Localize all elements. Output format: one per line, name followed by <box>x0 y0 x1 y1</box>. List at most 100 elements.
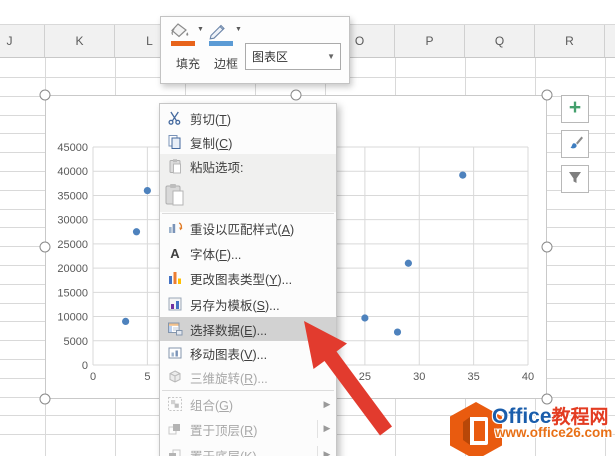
save-template-icon <box>160 296 190 312</box>
menu-item-font[interactable]: A 字体(F)... <box>160 241 336 265</box>
fill-button[interactable]: ▼ <box>169 22 207 50</box>
data-point[interactable] <box>393 328 402 336</box>
office26-watermark: Office教程网 www.office26.com <box>440 398 615 456</box>
axis-tick-label: 15000 <box>57 287 88 299</box>
combo-value: 图表区 <box>252 50 289 64</box>
menu-item-copy[interactable]: 复制(C) <box>160 130 336 154</box>
chart-styles-button[interactable] <box>561 130 589 158</box>
border-dropdown-caret[interactable]: ▼ <box>235 26 242 33</box>
chart-elements-button[interactable]: + <box>561 95 589 123</box>
send-back-icon <box>160 447 190 456</box>
selection-handle[interactable] <box>39 241 51 253</box>
excel-window: JKLMNOPQR 051015202530354005000100001500… <box>0 0 615 456</box>
column-header-K[interactable]: K <box>45 25 115 57</box>
move-chart-icon <box>160 345 190 361</box>
fill-dropdown-caret[interactable]: ▼ <box>197 26 204 33</box>
paste-large-icon <box>160 183 190 207</box>
chart-type-icon <box>160 270 190 286</box>
paste-icon <box>160 158 190 174</box>
axis-tick-label: 5 <box>144 371 150 383</box>
menu-item-change-chart-type[interactable]: 更改图表类型(Y)... <box>160 265 336 291</box>
chart-filters-button[interactable] <box>561 165 589 193</box>
menu-item-label: 选择数据(E)... <box>190 323 268 338</box>
axis-tick-label: 0 <box>90 371 96 383</box>
border-button[interactable]: ▼ <box>207 22 245 50</box>
menu-item-cut[interactable]: 剪切(T) <box>160 106 336 130</box>
axis-tick-label: 40 <box>522 371 534 383</box>
combo-caret-icon[interactable]: ▼ <box>327 52 335 61</box>
menu-item-label: 置于顶层(R) <box>190 423 258 438</box>
chart-element-combobox[interactable]: 图表区 ▼ <box>245 43 341 70</box>
menu-item-rotation-3d: 三维旋转(R)... <box>160 365 336 389</box>
selection-handle[interactable] <box>290 89 302 101</box>
axis-tick-label: 30 <box>413 371 425 383</box>
axis-tick-label: 5000 <box>64 336 88 348</box>
selection-handle[interactable] <box>39 393 51 405</box>
plus-icon: + <box>568 96 582 119</box>
menu-item-move-chart[interactable]: 移动图表(V)... <box>160 341 336 365</box>
fill-color-swatch <box>171 41 195 46</box>
selection-handle[interactable] <box>541 89 553 101</box>
column-header-P[interactable]: P <box>395 25 465 57</box>
cube-icon <box>160 369 190 385</box>
menu-item-paste-default[interactable] <box>160 178 336 212</box>
group-icon <box>160 396 190 412</box>
menu-item-paste-options[interactable]: 粘贴选项: <box>160 154 336 178</box>
axis-tick-label: 25000 <box>57 239 88 251</box>
submenu-arrow-icon: ▶ <box>317 445 336 456</box>
copy-icon <box>160 134 190 150</box>
menu-item-label: 重设以匹配样式(A) <box>190 222 295 237</box>
data-point[interactable] <box>361 314 369 322</box>
brush-icon <box>566 133 584 156</box>
submenu-arrow-icon: ▶ <box>317 419 336 439</box>
column-header-R[interactable]: R <box>535 25 605 57</box>
data-point[interactable] <box>459 171 467 179</box>
select-data-icon <box>160 321 190 337</box>
axis-tick-label: 30000 <box>57 215 88 227</box>
axis-tick-label: 20000 <box>57 263 88 275</box>
border-button-label: 边框 <box>213 57 238 71</box>
menu-item-label: 复制(C) <box>190 136 233 151</box>
axis-tick-label: 35 <box>468 371 480 383</box>
menu-item-label: 组合(G) <box>190 398 234 413</box>
watermark-url: www.office26.com <box>495 425 613 440</box>
funnel-icon <box>566 168 584 191</box>
fill-button-label: 填充 <box>175 57 200 71</box>
column-header-Q[interactable]: Q <box>465 25 535 57</box>
bring-front-icon <box>160 421 190 437</box>
font-icon: A <box>170 245 180 261</box>
data-point[interactable] <box>404 259 412 267</box>
menu-separator <box>162 390 334 391</box>
reset-style-icon <box>160 220 190 236</box>
menu-item-label: 更改图表类型(Y)... <box>190 272 293 287</box>
context-menu: 剪切(T) 复制(C) 粘贴选项: 重设以匹配样式(A) A 字体(F)... 更改图表类型… <box>159 103 337 456</box>
menu-item-label: 字体(F)... <box>190 247 242 262</box>
menu-item-reset-style[interactable]: 重设以匹配样式(A) <box>160 215 336 241</box>
menu-item-label: 三维旋转(R)... <box>190 371 268 386</box>
data-point[interactable] <box>122 317 130 325</box>
data-point[interactable] <box>132 228 141 236</box>
axis-tick-label: 35000 <box>57 190 88 202</box>
border-color-swatch <box>209 41 233 46</box>
axis-tick-label: 0 <box>82 360 88 372</box>
menu-item-select-data[interactable]: 选择数据(E)... <box>160 317 336 341</box>
menu-item-label: 另存为模板(S)... <box>190 298 280 313</box>
column-gridline <box>605 57 606 456</box>
mini-toolbar: ▼ 填充 ▼ 边框 图表区 ▼ <box>160 16 350 84</box>
axis-tick-label: 40000 <box>57 166 88 178</box>
menu-item-label: 剪切(T) <box>190 112 231 127</box>
selection-handle[interactable] <box>541 241 553 253</box>
data-point[interactable] <box>143 187 151 195</box>
column-header-J[interactable]: J <box>0 25 45 57</box>
menu-item-bring-to-front: 置于顶层(R) ▶ <box>160 416 336 442</box>
axis-tick-label: 45000 <box>57 142 88 154</box>
menu-item-send-to-back: 置于底层(K)▶ <box>160 442 336 456</box>
menu-item-save-template[interactable]: 另存为模板(S)... <box>160 291 336 317</box>
axis-tick-label: 10000 <box>57 312 88 324</box>
menu-item-label: 置于底层(K) <box>190 446 317 456</box>
menu-item-label: 粘贴选项: <box>190 160 244 175</box>
submenu-arrow-icon: ▶ <box>323 398 331 409</box>
selection-handle[interactable] <box>39 89 51 101</box>
menu-separator <box>162 213 334 214</box>
axis-tick-label: 25 <box>359 371 371 383</box>
